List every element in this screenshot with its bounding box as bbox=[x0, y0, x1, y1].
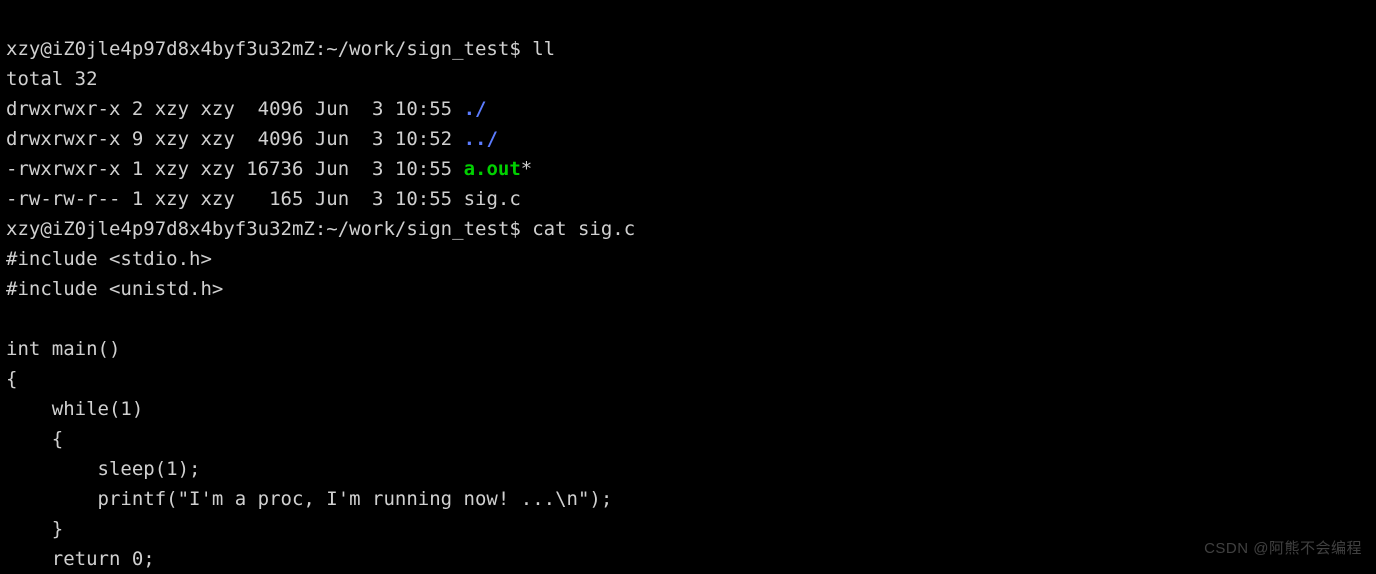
file-name: a.out bbox=[464, 158, 521, 180]
ll-row: -rw-rw-r-- 1 xzy xzy 165 Jun 3 10:55 sig… bbox=[6, 188, 521, 210]
prompt-line-1: xzy@iZ0jle4p97d8x4byf3u32mZ:~/work/sign_… bbox=[6, 38, 555, 60]
file-name: ../ bbox=[464, 128, 498, 150]
csdn-watermark: CSDN @阿熊不会编程 bbox=[1204, 534, 1362, 564]
ll-listing: drwxrwxr-x 2 xzy xzy 4096 Jun 3 10:55 ./… bbox=[6, 98, 532, 210]
ll-row: drwxrwxr-x 2 xzy xzy 4096 Jun 3 10:55 ./ bbox=[6, 98, 486, 120]
file-name: sig.c bbox=[464, 188, 521, 210]
ll-row: -rwxrwxr-x 1 xzy xzy 16736 Jun 3 10:55 a… bbox=[6, 158, 532, 180]
shell-prompt: xzy@iZ0jle4p97d8x4byf3u32mZ:~/work/sign_… bbox=[6, 218, 532, 240]
ll-row: drwxrwxr-x 9 xzy xzy 4096 Jun 3 10:52 ..… bbox=[6, 128, 498, 150]
prompt-line-2: xzy@iZ0jle4p97d8x4byf3u32mZ:~/work/sign_… bbox=[6, 218, 635, 240]
sig-c-source: #include <stdio.h> #include <unistd.h> i… bbox=[6, 248, 612, 570]
command-ll: ll bbox=[532, 38, 555, 60]
file-name: ./ bbox=[464, 98, 487, 120]
terminal-output[interactable]: xzy@iZ0jle4p97d8x4byf3u32mZ:~/work/sign_… bbox=[0, 0, 1376, 574]
command-cat: cat sig.c bbox=[532, 218, 635, 240]
ll-total: total 32 bbox=[6, 68, 98, 90]
shell-prompt: xzy@iZ0jle4p97d8x4byf3u32mZ:~/work/sign_… bbox=[6, 38, 532, 60]
